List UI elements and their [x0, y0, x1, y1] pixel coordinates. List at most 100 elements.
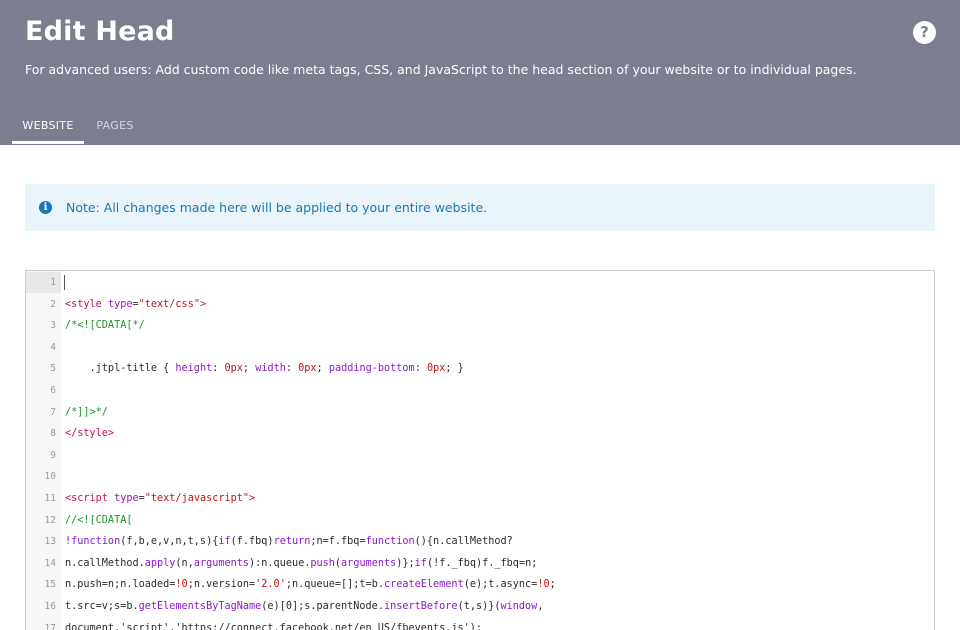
- line-number: 15: [44, 579, 56, 591]
- line-number: 14: [44, 557, 56, 569]
- code-line[interactable]: 6: [26, 380, 934, 401]
- page-title: Edit Head: [25, 16, 175, 47]
- code-text: /*]]>*/: [65, 402, 108, 423]
- code-token: (n,: [175, 557, 194, 569]
- line-number: 3: [50, 320, 56, 332]
- code-line[interactable]: 2 <style type="text/css">: [26, 294, 934, 315]
- info-icon: i: [39, 201, 52, 214]
- code-token: //<![CDATA[: [65, 514, 133, 526]
- code-token: !0: [175, 579, 188, 591]
- code-token: ; }: [445, 363, 464, 375]
- code-token: type: [114, 493, 139, 504]
- code-token: ):n.queue.: [249, 557, 311, 569]
- code-token: if: [414, 557, 427, 569]
- code-token: type: [107, 298, 133, 310]
- code-token: :: [285, 363, 299, 375]
- code-editor[interactable]: 1 2 <style type="text/css"> 3/*<![CDATA[*/4…: [25, 270, 935, 630]
- code-text: /*<![CDATA[*/: [65, 315, 145, 336]
- line-number: 7: [50, 406, 56, 418]
- code-line[interactable]: 4: [26, 337, 934, 358]
- code-token: arguments: [341, 557, 397, 569]
- code-text: !function(f,b,e,v,n,t,s){if(f.fbq)return…: [65, 531, 513, 552]
- code-text: //<![CDATA[: [65, 510, 132, 531]
- tab-website[interactable]: WEBSITE: [12, 110, 84, 144]
- code-token: function: [365, 536, 415, 548]
- code-token: arguments: [193, 557, 250, 569]
- code-token: .jtpl-title {: [65, 363, 176, 375]
- code-token: '2.0': [255, 579, 286, 591]
- code-token: t.src=v;s=b.: [65, 601, 139, 612]
- code-line[interactable]: 11 <script type="text/javascript">: [26, 488, 934, 509]
- line-number: 4: [50, 341, 56, 353]
- code-token: 0px: [298, 363, 317, 375]
- code-token: window: [500, 601, 538, 612]
- code-token: 0px: [224, 363, 243, 375]
- code-token: :: [414, 363, 427, 375]
- info-banner-text: Note: All changes made here will be appl…: [66, 200, 488, 215]
- page-subtitle: For advanced users: Add custom code like…: [25, 62, 857, 77]
- code-line[interactable]: 14 n.callMethod.apply(n,arguments):n.queu…: [26, 553, 934, 574]
- code-token: ;n.version=: [187, 579, 256, 591]
- code-line[interactable]: 7 /*]]>*/: [26, 402, 934, 423]
- code-text: <style type="text/css">: [65, 294, 206, 315]
- code-token: (f,b,e,v,n,t,s){: [120, 536, 219, 548]
- line-number: 5: [50, 363, 56, 375]
- code-token: <script: [65, 493, 115, 504]
- code-line[interactable]: 16 t.src=v;s=b.getElementsByTagName(e)[0]…: [26, 596, 934, 617]
- code-token: (e);t.async=: [463, 579, 538, 591]
- code-token: ,: [537, 601, 544, 612]
- code-text: <script type="text/javascript">: [65, 488, 255, 509]
- code-token: !function: [65, 536, 121, 548]
- text-cursor: [64, 275, 65, 290]
- code-token: n.callMethod.: [65, 557, 145, 569]
- line-number: 12: [44, 514, 56, 526]
- code-token: "text/css": [138, 298, 200, 310]
- code-line[interactable]: 8 </style>: [26, 423, 934, 444]
- tab-pages[interactable]: PAGES: [96, 110, 134, 144]
- code-line[interactable]: 9: [26, 445, 934, 466]
- line-number: 8: [50, 428, 56, 440]
- line-number: 13: [44, 536, 56, 548]
- code-token: ;n.queue=[];t=b.: [285, 579, 384, 591]
- code-line[interactable]: 10: [26, 466, 934, 487]
- code-line[interactable]: 1: [26, 272, 934, 293]
- code-token: "text/javascript": [144, 493, 250, 504]
- code-text: n.callMethod.apply(n,arguments):n.queue.…: [65, 553, 537, 574]
- code-token: /*]]>*/: [65, 406, 108, 418]
- code-line[interactable]: 12 //<![CDATA[: [26, 510, 934, 531]
- code-token: n.push=n;n.loaded=: [65, 579, 176, 591]
- code-token: (e)[0];s.parentNode.: [261, 601, 384, 612]
- code-line[interactable]: 5 .jtpl-title { height: 0px; width: 0px;…: [26, 358, 934, 379]
- code-line[interactable]: 15 n.push=n;n.loaded=!0;n.version='2.0';n…: [26, 574, 934, 595]
- code-token: width: [255, 363, 286, 375]
- code-token: ;n=f.fbq=: [310, 536, 366, 548]
- line-number: 1: [26, 272, 61, 293]
- code-token: padding-bottom: [328, 363, 415, 375]
- code-token: !0: [537, 579, 550, 591]
- code-token: (f.fbq): [230, 536, 274, 548]
- code-token: (t,s)}(: [457, 601, 501, 612]
- code-line[interactable]: 3 /*<![CDATA[*/: [26, 315, 934, 336]
- page-header: Edit Head For advanced users: Add custom…: [0, 0, 960, 145]
- code-text: .jtpl-title { height: 0px; width: 0px; p…: [65, 358, 464, 379]
- info-banner: i Note: All changes made here will be ap…: [25, 184, 935, 231]
- code-token: :: [212, 363, 225, 375]
- code-token: )};: [396, 557, 415, 569]
- code-token: ;: [316, 363, 329, 375]
- code-token: (){n.callMethod?: [414, 536, 513, 548]
- question-mark-icon[interactable]: ?: [913, 21, 936, 44]
- code-token: >: [249, 493, 256, 504]
- code-text: t.src=v;s=b.getElementsByTagName(e)[0];s…: [65, 596, 543, 617]
- code-token: 0px: [426, 363, 446, 375]
- code-token: </style>: [65, 428, 115, 440]
- line-number: 11: [44, 493, 56, 504]
- code-token: ;: [549, 579, 556, 591]
- code-line[interactable]: 13 !function(f,b,e,v,n,t,s){if(f.fbq)retu…: [26, 531, 934, 552]
- code-token: push: [310, 557, 335, 569]
- code-token: (!f._fbq)f._fbq=n;: [426, 557, 538, 569]
- code-token: >: [199, 298, 207, 310]
- code-token: getElementsByTagName: [138, 601, 262, 612]
- line-number: 10: [44, 471, 56, 483]
- code-token: height: [175, 363, 213, 375]
- code-token: if: [218, 536, 231, 548]
